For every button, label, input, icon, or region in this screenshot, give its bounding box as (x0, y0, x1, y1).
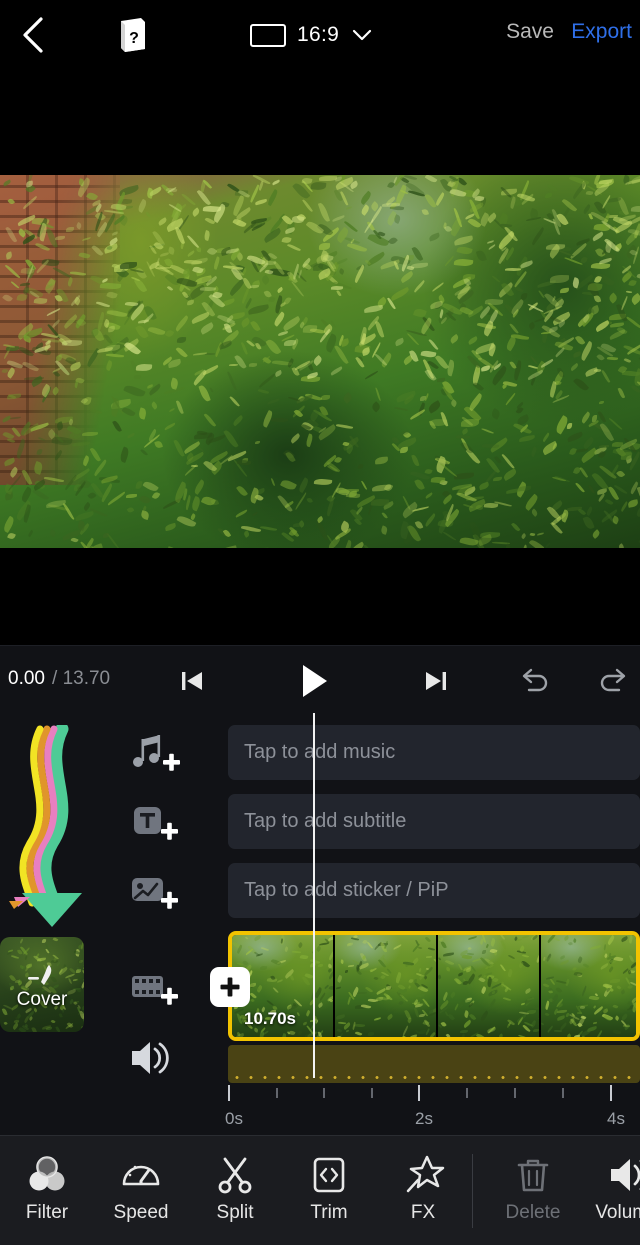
add-sticker-button[interactable] (126, 869, 190, 919)
video-editor-screen: ? 16:9 Save Export 0.00 / 13.70 Tap to a… (0, 0, 640, 1245)
ruler-label: 2s (415, 1109, 433, 1128)
filter-label: Filter (25, 1202, 69, 1223)
ruler-tick-minor (514, 1088, 516, 1098)
clip-duration-label: 10.70s (244, 1009, 296, 1028)
add-sticker-icon (132, 878, 178, 909)
delete-button[interactable]: Delete (486, 1150, 580, 1236)
split-button[interactable]: Split (188, 1150, 282, 1236)
play-button[interactable] (292, 662, 336, 700)
ruler-tick-minor (276, 1088, 278, 1098)
volume-button[interactable]: Volume (580, 1150, 640, 1236)
ruler-tick-minor (371, 1088, 373, 1098)
trim-label: Trim (310, 1202, 348, 1223)
ruler-tick-minor (466, 1088, 468, 1098)
play-icon (303, 665, 327, 697)
toolbar-divider (472, 1154, 473, 1228)
subtitle-track-label: Tap to add subtitle (244, 810, 407, 832)
skip-previous-button[interactable] (170, 662, 214, 700)
speed-label: Speed (113, 1202, 169, 1223)
ruler-tick-major (418, 1085, 420, 1101)
filter-circles-icon (25, 1150, 69, 1200)
ruler-label: 0s (225, 1109, 243, 1128)
subtitle-track[interactable]: Tap to add subtitle (228, 794, 640, 849)
fx-label: FX (410, 1202, 436, 1223)
ruler-tick-major (228, 1085, 230, 1101)
svg-text:?: ? (129, 30, 139, 47)
skip-next-button[interactable] (414, 662, 458, 700)
music-track[interactable]: Tap to add music (228, 725, 640, 780)
clip-thumbnail (335, 935, 438, 1037)
add-clip-button[interactable] (126, 965, 190, 1015)
sticker-track[interactable]: Tap to add sticker / PiP (228, 863, 640, 918)
sticker-track-label: Tap to add sticker / PiP (244, 879, 449, 901)
aspect-ratio-label: 16:9 (297, 23, 340, 46)
add-text-icon (134, 807, 178, 840)
audio-waveform-strip[interactable] (228, 1045, 640, 1083)
chevron-left-icon (23, 17, 43, 53)
volume-icon (605, 1150, 640, 1200)
ruler-tick-minor (323, 1088, 325, 1098)
top-bar: ? 16:9 Save Export (0, 0, 640, 70)
waveform-dots (230, 1075, 638, 1080)
volume-track-button[interactable] (126, 1033, 190, 1083)
aspect-ratio-selector[interactable]: 16:9 (250, 14, 372, 56)
trim-brackets-icon (307, 1150, 351, 1200)
add-clip-icon (132, 976, 178, 1005)
trash-icon (511, 1150, 555, 1200)
time-ruler[interactable]: 0s 2s 4s (225, 1085, 640, 1135)
ruler-tick-major (610, 1085, 612, 1101)
skip-previous-icon (182, 672, 202, 690)
magic-star-icon (401, 1150, 445, 1200)
split-label: Split (216, 1202, 254, 1223)
timeline-tracks: Tap to add music Tap to add subtitle Tap… (228, 725, 640, 932)
undo-button[interactable] (512, 662, 556, 700)
speedometer-icon (119, 1150, 163, 1200)
help-button[interactable]: ? (110, 14, 154, 56)
scissors-icon (213, 1150, 257, 1200)
video-frame (0, 175, 640, 548)
video-clip-row: 10.70s (210, 931, 640, 1041)
total-time-label: / 13.70 (52, 668, 110, 690)
clip-thumbnail (541, 935, 636, 1037)
speed-button[interactable]: Speed (94, 1150, 188, 1236)
timeline-side-actions (124, 713, 220, 1135)
export-button[interactable]: Export (571, 20, 632, 44)
total-duration: 13.70 (62, 668, 111, 689)
time-separator: / (52, 668, 58, 689)
aspect-rectangle-icon (250, 23, 286, 47)
volume-label: Volume (595, 1202, 640, 1223)
help-book-icon: ? (121, 18, 145, 52)
playback-controls-bar: 0.00 / 13.70 (0, 645, 640, 713)
cover-label: Cover (16, 989, 68, 1010)
add-music-button[interactable] (126, 731, 190, 781)
timeline-area[interactable]: Tap to add music Tap to add subtitle Tap… (0, 713, 640, 1135)
foliage-overlay (0, 175, 640, 548)
trim-button[interactable]: Trim (282, 1150, 376, 1236)
redo-button[interactable] (592, 662, 636, 700)
filter-button[interactable]: Filter (0, 1150, 94, 1236)
save-button[interactable]: Save (506, 20, 554, 44)
skip-next-icon (426, 672, 446, 690)
add-clip-plus-button[interactable] (210, 967, 250, 1007)
music-track-label: Tap to add music (244, 741, 396, 763)
undo-icon (522, 668, 548, 692)
add-text-button[interactable] (126, 800, 190, 850)
video-preview-area[interactable] (0, 70, 640, 645)
video-clip-selected[interactable]: 10.70s (228, 931, 640, 1041)
bottom-toolbar: Filter Speed Split Trim FX Delete Volu (0, 1135, 640, 1245)
ruler-label: 4s (607, 1109, 625, 1128)
add-music-icon (133, 735, 180, 771)
redo-icon (600, 668, 626, 692)
back-button[interactable] (10, 12, 56, 58)
fx-button[interactable]: FX (376, 1150, 470, 1236)
delete-label: Delete (505, 1202, 561, 1223)
chevron-down-icon (352, 29, 372, 40)
ruler-tick-minor (562, 1088, 564, 1098)
cover-thumbnail-button[interactable]: Cover (0, 937, 84, 1032)
clip-thumbnail (438, 935, 541, 1037)
pencil-edit-icon (28, 965, 52, 985)
current-time-label: 0.00 (8, 668, 45, 689)
volume-icon (132, 1042, 169, 1074)
plus-icon (220, 977, 240, 997)
